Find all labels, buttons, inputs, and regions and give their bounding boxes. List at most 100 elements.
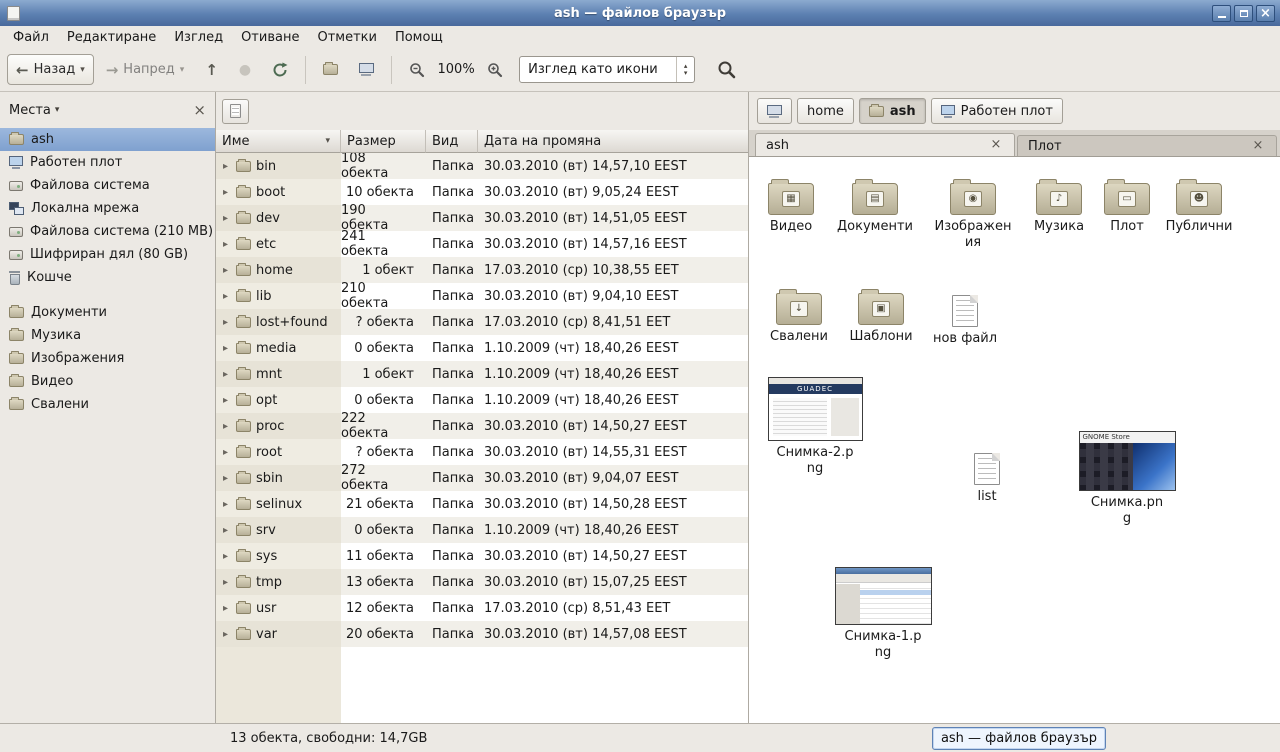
icon-view-item-desktop-folder[interactable]: ▭Плот — [1087, 177, 1167, 235]
expander-icon[interactable]: ▸ — [220, 317, 231, 328]
table-row-lib[interactable]: ▸lib210 обектаПапка30.03.2010 (вт) 9,04,… — [216, 283, 748, 309]
table-row-bin[interactable]: ▸bin108 обектаПапка30.03.2010 (вт) 14,57… — [216, 153, 748, 179]
sidebar-item-trash[interactable]: Кошче — [0, 266, 215, 289]
menu-item-view[interactable]: Изглед — [165, 28, 232, 47]
expander-icon[interactable]: ▸ — [220, 447, 231, 458]
icon-view-item-snimka1[interactable]: Снимка-1.png — [833, 567, 933, 662]
expander-icon[interactable]: ▸ — [220, 499, 231, 510]
column-header-type[interactable]: Вид — [426, 130, 478, 153]
table-row-proc[interactable]: ▸proc222 обектаПапка30.03.2010 (вт) 14,5… — [216, 413, 748, 439]
search-button[interactable] — [708, 54, 745, 85]
table-row-lost+found[interactable]: ▸lost+found? обектаПапка17.03.2010 (ср) … — [216, 309, 748, 335]
expander-icon[interactable]: ▸ — [220, 629, 231, 640]
sidebar-item-music[interactable]: Музика — [0, 324, 215, 347]
home-button[interactable] — [314, 54, 347, 85]
expander-icon[interactable]: ▸ — [220, 369, 231, 380]
menu-item-help[interactable]: Помощ — [386, 28, 452, 47]
back-button[interactable]: ← Назад ▾ — [7, 54, 94, 85]
pane-toggle-button[interactable] — [222, 99, 249, 124]
column-header-name[interactable]: Име▾ — [216, 130, 341, 153]
table-row-sbin[interactable]: ▸sbin272 обектаПапка30.03.2010 (вт) 9,04… — [216, 465, 748, 491]
maximize-button[interactable] — [1234, 5, 1253, 22]
pathbar-button-ash[interactable]: ash — [859, 98, 926, 124]
table-row-boot[interactable]: ▸boot10 обектаПапка30.03.2010 (вт) 9,05,… — [216, 179, 748, 205]
zoom-out-button[interactable] — [400, 54, 434, 85]
taskbar-window-button[interactable]: ash — файлов браузър — [932, 727, 1106, 750]
expander-icon[interactable]: ▸ — [220, 213, 231, 224]
icon-view[interactable]: ▦Видео▤Документи◉Изображения♪Музика▭Плот… — [749, 157, 1280, 723]
table-row-dev[interactable]: ▸dev190 обектаПапка30.03.2010 (вт) 14,51… — [216, 205, 748, 231]
icon-view-item-snimka[interactable]: GNOME StoreСнимка.png — [1077, 431, 1177, 528]
expander-icon[interactable]: ▸ — [220, 525, 231, 536]
table-row-root[interactable]: ▸root? обектаПапка30.03.2010 (вт) 14,55,… — [216, 439, 748, 465]
sidebar-item-documents[interactable]: Документи — [0, 301, 215, 324]
menu-item-bookmarks[interactable]: Отметки — [308, 28, 385, 47]
close-button[interactable]: × — [1256, 5, 1275, 22]
icon-view-item-templates[interactable]: ▣Шаблони — [841, 287, 921, 345]
table-row-srv[interactable]: ▸srv0 обектаПапка1.10.2009 (чт) 18,40,26… — [216, 517, 748, 543]
expander-icon[interactable]: ▸ — [220, 161, 231, 172]
table-row-usr[interactable]: ▸usr12 обектаПапка17.03.2010 (ср) 8,51,4… — [216, 595, 748, 621]
sidebar-item-network[interactable]: Локална мрежа — [0, 197, 215, 220]
expander-icon[interactable]: ▸ — [220, 603, 231, 614]
icon-view-item-pictures[interactable]: ◉Изображения — [933, 177, 1013, 252]
table-row-var[interactable]: ▸var20 обектаПапка30.03.2010 (вт) 14,57,… — [216, 621, 748, 647]
icon-view-item-documents[interactable]: ▤Документи — [835, 177, 915, 235]
icon-view-item-video[interactable]: ▦Видео — [751, 177, 831, 235]
sidebar-item-filesystem-210[interactable]: Файлова система (210 MB) — [0, 220, 215, 243]
sidebar-item-desktop[interactable]: Работен плот — [0, 151, 215, 174]
icon-view-item-new-file[interactable]: нов файл — [925, 289, 1005, 347]
column-header-modified[interactable]: Дата на промяна — [478, 130, 748, 153]
tab-close-icon[interactable]: × — [1250, 138, 1266, 154]
icon-view-item-public[interactable]: ☻Публични — [1159, 177, 1239, 235]
table-row-selinux[interactable]: ▸selinux21 обектаПапка30.03.2010 (вт) 14… — [216, 491, 748, 517]
table-row-etc[interactable]: ▸etc241 обектаПапка30.03.2010 (вт) 14,57… — [216, 231, 748, 257]
titlebar[interactable]: ash — файлов браузър × — [0, 0, 1280, 26]
pathbar-button-desktop[interactable]: Работен плот — [931, 98, 1063, 124]
tab-plot[interactable]: Плот× — [1017, 135, 1277, 156]
view-mode-select[interactable]: Изглед като икони ▴▾ — [519, 56, 695, 83]
stop-button[interactable]: ● — [230, 54, 260, 85]
expander-icon[interactable]: ▸ — [220, 395, 231, 406]
expander-icon[interactable]: ▸ — [220, 187, 231, 198]
table-row-media[interactable]: ▸media0 обектаПапка1.10.2009 (чт) 18,40,… — [216, 335, 748, 361]
sidebar-item-ash[interactable]: ash — [0, 128, 215, 151]
pathbar-button-root[interactable] — [757, 98, 792, 124]
table-row-tmp[interactable]: ▸tmp13 обектаПапка30.03.2010 (вт) 15,07,… — [216, 569, 748, 595]
icon-view-item-list[interactable]: list — [947, 447, 1027, 505]
menu-item-go[interactable]: Отиване — [232, 28, 308, 47]
sidebar-close-icon[interactable]: × — [193, 103, 206, 118]
sidebar-item-encrypted-80[interactable]: Шифриран дял (80 GB) — [0, 243, 215, 266]
menu-item-edit[interactable]: Редактиране — [58, 28, 165, 47]
tab-ash[interactable]: ash× — [755, 133, 1015, 156]
table-row-opt[interactable]: ▸opt0 обектаПапка1.10.2009 (чт) 18,40,26… — [216, 387, 748, 413]
tab-close-icon[interactable]: × — [988, 137, 1004, 153]
minimize-button[interactable] — [1212, 5, 1231, 22]
table-row-mnt[interactable]: ▸mnt1 обектПапка1.10.2009 (чт) 18,40,26 … — [216, 361, 748, 387]
expander-icon[interactable]: ▸ — [220, 291, 231, 302]
forward-button[interactable]: → Напред ▾ — [97, 54, 194, 85]
expander-icon[interactable]: ▸ — [220, 421, 231, 432]
menu-item-file[interactable]: Файл — [4, 28, 58, 47]
sidebar-item-filesystem[interactable]: Файлова система — [0, 174, 215, 197]
icon-view-item-downloads[interactable]: ↓Свалени — [759, 287, 839, 345]
sidebar-item-downloads[interactable]: Свалени — [0, 393, 215, 416]
expander-icon[interactable]: ▸ — [220, 551, 231, 562]
expander-icon[interactable]: ▸ — [220, 473, 231, 484]
pathbar-button-home[interactable]: home — [797, 98, 854, 124]
computer-button[interactable] — [350, 54, 383, 85]
expander-icon[interactable]: ▸ — [220, 343, 231, 354]
table-row-home[interactable]: ▸home1 обектПапка17.03.2010 (ср) 10,38,5… — [216, 257, 748, 283]
expander-icon[interactable]: ▸ — [220, 577, 231, 588]
sidebar-item-video[interactable]: Видео — [0, 370, 215, 393]
expander-icon[interactable]: ▸ — [220, 265, 231, 276]
expander-icon[interactable]: ▸ — [220, 239, 231, 250]
chevron-down-icon[interactable]: ▾ — [55, 105, 60, 115]
sidebar-item-pictures[interactable]: Изображения — [0, 347, 215, 370]
up-button[interactable]: ↑ — [196, 54, 227, 85]
zoom-in-button[interactable] — [478, 54, 512, 85]
table-row-sys[interactable]: ▸sys11 обектаПапка30.03.2010 (вт) 14,50,… — [216, 543, 748, 569]
reload-button[interactable] — [263, 54, 297, 85]
column-header-size[interactable]: Размер — [341, 130, 426, 153]
icon-view-item-snimka2[interactable]: GUADECСнимка-2.png — [765, 377, 865, 478]
